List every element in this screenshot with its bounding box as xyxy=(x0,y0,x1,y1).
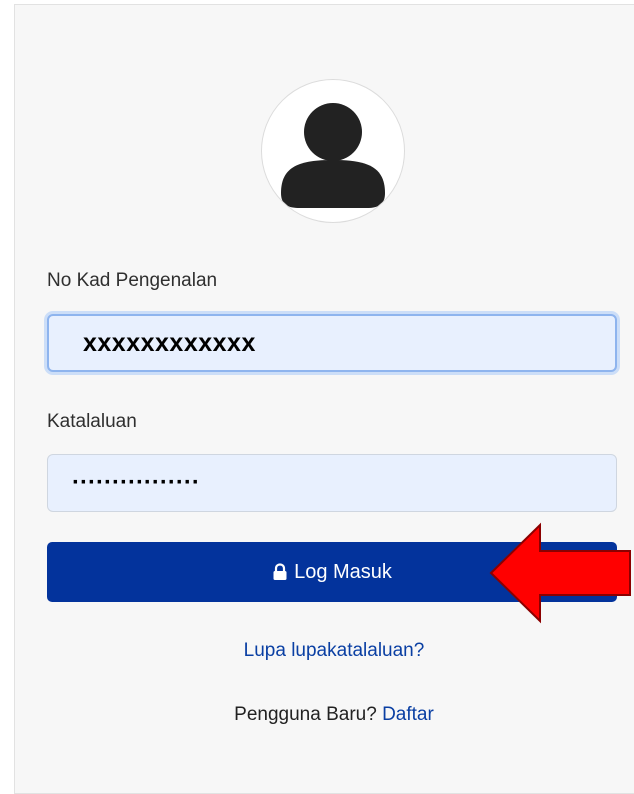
register-link[interactable]: Daftar xyxy=(382,704,434,725)
forgot-password-row: Lupa lupakatalaluan? xyxy=(14,640,634,662)
red-arrow-left-icon xyxy=(489,522,631,624)
lock-icon xyxy=(273,563,287,580)
user-silhouette-icon xyxy=(281,103,385,208)
forgot-password-link[interactable]: Lupa lupakatalaluan? xyxy=(244,640,425,661)
password-value: ················ xyxy=(72,469,200,496)
login-button-label: Log Masuk xyxy=(294,560,392,583)
ic-number-label: No Kad Pengenalan xyxy=(47,270,218,291)
ic-number-input[interactable]: xxxxxxxxxxxx xyxy=(47,314,617,372)
user-avatar xyxy=(261,79,405,223)
ic-number-value: xxxxxxxxxxxx xyxy=(83,328,256,357)
register-row: Pengguna Baru? Daftar xyxy=(14,704,634,726)
new-user-text: Pengguna Baru? xyxy=(234,704,377,725)
password-label: Katalaluan xyxy=(47,411,137,432)
password-input[interactable]: ················ xyxy=(47,454,617,512)
